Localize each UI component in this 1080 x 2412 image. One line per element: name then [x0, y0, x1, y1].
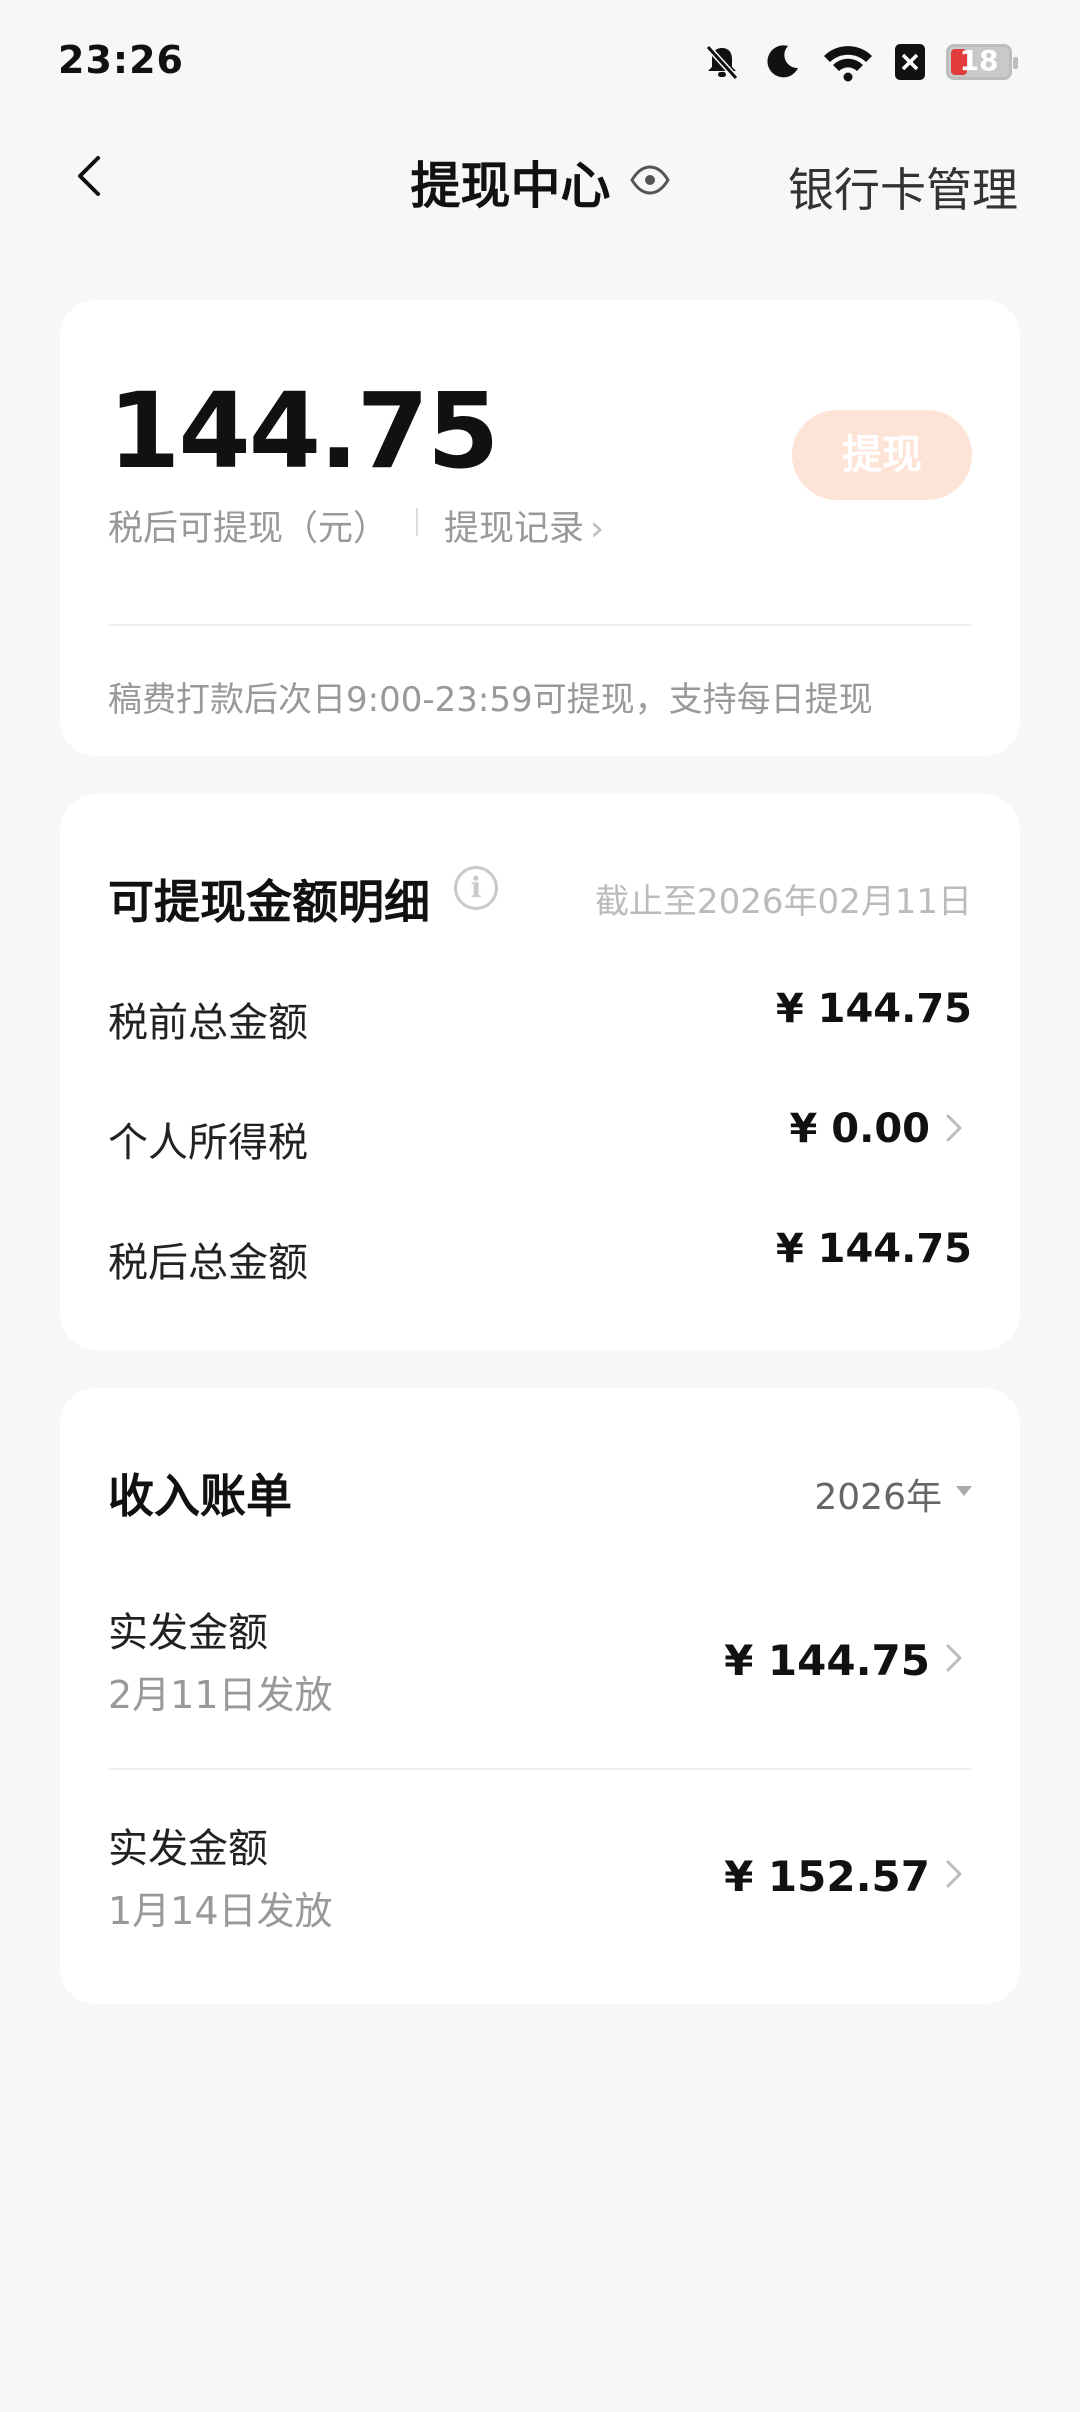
withdraw-center-page: 23:26 18 提现中心 银行卡管理 144.75 税后可提现（元） 提现记录… — [0, 0, 1080, 2412]
divider — [108, 1768, 972, 1770]
dropdown-triangle-icon — [956, 1486, 972, 1496]
chevron-right-icon — [946, 1644, 962, 1672]
page-title: 提现中心 — [410, 157, 611, 215]
amount-detail-card: 可提现金额明细 i 截止至2026年02月11日 税前总金额 ¥ 144.75 … — [60, 794, 1020, 1350]
pretax-total-value: ¥ 144.75 — [775, 986, 972, 1032]
income-tax-value[interactable]: ¥ 0.00 — [790, 1106, 930, 1152]
amount-label: 税后可提现（元） — [108, 509, 389, 549]
aftertax-total-label: 税后总金额 — [108, 1240, 308, 1286]
bell-off-icon — [702, 42, 742, 82]
income-tax-label[interactable]: 个人所得税 — [108, 1110, 308, 1168]
chevron-right-icon — [946, 1860, 962, 1888]
cutoff-date: 截止至2026年02月11日 — [594, 882, 972, 922]
info-icon[interactable]: i — [454, 866, 498, 910]
label-divider — [416, 508, 418, 536]
pretax-total-label: 税前总金额 — [108, 1000, 308, 1046]
bill-item-date: 1月14日发放 — [108, 1889, 333, 1933]
moon-icon — [762, 42, 802, 82]
bill-item-title: 实发金额 — [108, 1826, 268, 1872]
withdraw-button[interactable]: 提现 — [792, 410, 972, 500]
bill-title: 收入账单 — [108, 1469, 292, 1523]
withdraw-notice: 稿费打款后次日9:00-23:59可提现，支持每日提现 — [108, 680, 873, 720]
bill-item-date: 2月11日发放 — [108, 1673, 333, 1717]
balance-card: 144.75 税后可提现（元） 提现记录 › 提现 稿费打款后次日9:00-23:… — [60, 300, 1020, 756]
close-box-icon — [894, 42, 926, 82]
withdraw-record-link[interactable]: 提现记录 › — [444, 500, 604, 551]
chevron-right-icon[interactable] — [938, 1108, 968, 1148]
bill-item-amount: ¥ 144.75 — [724, 1636, 930, 1685]
withdraw-record-label: 提现记录 — [444, 509, 585, 549]
chevron-right-icon: › — [590, 509, 605, 549]
bill-item-title: 实发金额 — [108, 1610, 268, 1656]
battery-icon: 18 — [946, 44, 1018, 80]
battery-level: 18 — [959, 44, 999, 77]
wifi-icon — [822, 42, 874, 82]
nav-header: 提现中心 银行卡管理 — [0, 120, 1080, 240]
year-select[interactable]: 2026年 — [814, 1468, 972, 1520]
status-time: 23:26 — [58, 38, 184, 82]
status-icons: 18 — [702, 38, 1018, 86]
bank-card-management-link[interactable]: 银行卡管理 — [788, 154, 1018, 220]
bill-item-amount: ¥ 152.57 — [724, 1852, 930, 1901]
detail-title: 可提现金额明细 — [108, 875, 430, 929]
aftertax-total-value: ¥ 144.75 — [775, 1226, 972, 1272]
withdrawable-amount: 144.75 — [108, 370, 499, 492]
status-bar: 23:26 18 — [0, 0, 1080, 120]
eye-icon[interactable] — [629, 165, 670, 199]
income-bill-card: 收入账单 2026年 实发金额 2月11日发放 ¥ 144.75 实发金额 1月… — [60, 1388, 1020, 2004]
divider — [108, 624, 972, 626]
year-value: 2026年 — [814, 1477, 942, 1518]
